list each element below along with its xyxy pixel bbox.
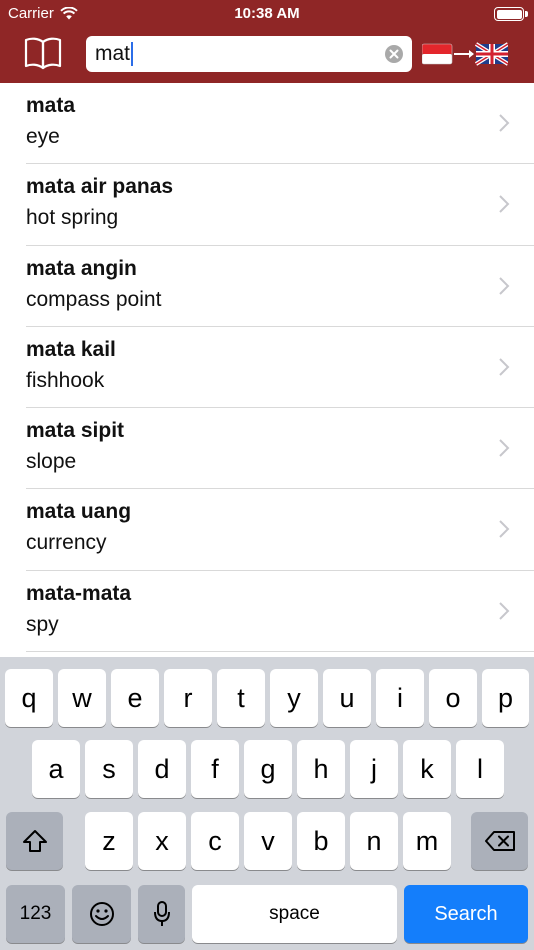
chevron-right-icon [499, 276, 510, 295]
shift-icon [22, 830, 47, 852]
list-item[interactable]: mata kail fishhook [26, 327, 534, 409]
entry-word: mata angin [26, 256, 137, 280]
entry-word: mata air panas [26, 175, 174, 199]
entry-translation: currency [26, 531, 107, 555]
key-t[interactable]: t [217, 669, 265, 727]
delete-key[interactable] [471, 812, 528, 870]
key-s[interactable]: s [85, 740, 133, 798]
battery-icon [494, 7, 528, 21]
indonesia-flag-icon [422, 43, 453, 65]
entry-word: mata-mata [26, 581, 132, 605]
entry-word: mata uang [26, 500, 132, 524]
key-g[interactable]: g [244, 740, 292, 798]
key-o[interactable]: o [429, 669, 477, 727]
key-f[interactable]: f [191, 740, 239, 798]
chevron-right-icon [499, 439, 510, 457]
entry-word: mata [26, 94, 76, 117]
entry-word: mata sipit [26, 419, 125, 443]
numbers-key[interactable]: 123 [6, 885, 65, 943]
chevron-right-icon [499, 195, 510, 214]
key-k[interactable]: k [403, 740, 451, 798]
key-a[interactable]: a [32, 740, 80, 798]
search-input-value: mat [95, 42, 131, 65]
key-w[interactable]: w [58, 669, 106, 727]
text-caret [131, 42, 134, 67]
key-q[interactable]: q [5, 669, 53, 727]
chevron-right-icon [499, 114, 510, 132]
key-n[interactable]: n [350, 812, 398, 870]
chevron-right-icon [499, 602, 510, 620]
search-input[interactable]: mat [95, 36, 134, 72]
key-v[interactable]: v [244, 812, 292, 870]
chevron-right-icon [499, 520, 510, 539]
status-bar: Carrier 10:38 AM [0, 0, 534, 28]
list-item[interactable]: mata uang currency [26, 489, 534, 571]
key-e[interactable]: e [111, 669, 159, 727]
battery-fill [496, 9, 522, 19]
list-item[interactable]: mata eye [26, 83, 534, 165]
chevron-right-icon [499, 358, 510, 376]
key-z[interactable]: z [85, 812, 133, 870]
shift-key[interactable] [6, 812, 63, 870]
key-j[interactable]: j [350, 740, 398, 798]
status-time: 10:38 AM [234, 5, 300, 22]
key-h[interactable]: h [297, 740, 345, 798]
key-d[interactable]: d [138, 740, 186, 798]
list-item[interactable]: mata air panas hot spring [26, 164, 534, 246]
keyboard: q w e r t y u i o p a s d f g h j k l z … [0, 657, 534, 950]
search-key[interactable]: Search [404, 885, 528, 943]
entry-translation: hot spring [26, 206, 119, 230]
space-key[interactable]: space [192, 885, 397, 943]
uk-flag-icon [474, 42, 508, 66]
key-m[interactable]: m [403, 812, 451, 870]
key-r[interactable]: r [164, 669, 212, 727]
key-i[interactable]: i [376, 669, 424, 727]
book-icon[interactable] [24, 36, 62, 70]
key-l[interactable]: l [456, 740, 504, 798]
entry-translation: slope [26, 450, 77, 474]
results-list: mata eye mata air panas hot spring mata … [0, 83, 534, 653]
nav-bar: mat [0, 28, 534, 83]
dictation-key[interactable] [138, 885, 185, 943]
arrow-right-icon [454, 50, 474, 58]
list-item[interactable]: mata sipit slope [26, 408, 534, 490]
key-x[interactable]: x [138, 812, 186, 870]
entry-translation: fishhook [26, 368, 105, 392]
key-c[interactable]: c [191, 812, 239, 870]
key-p[interactable]: p [482, 669, 529, 727]
key-y[interactable]: y [270, 669, 318, 727]
entry-translation: spy [26, 612, 59, 636]
list-item[interactable]: mata-mata spy [26, 571, 534, 653]
key-u[interactable]: u [323, 669, 371, 727]
entry-translation: eye [26, 125, 60, 148]
emoji-key[interactable] [72, 885, 131, 943]
microphone-icon [153, 901, 170, 926]
app-header: Carrier 10:38 AM mat [0, 0, 534, 83]
search-box[interactable]: mat [86, 36, 412, 72]
key-b[interactable]: b [297, 812, 345, 870]
entry-word: mata kail [26, 337, 116, 361]
emoji-icon [89, 902, 114, 926]
language-direction-toggle[interactable] [422, 40, 508, 68]
clear-icon[interactable] [385, 45, 403, 63]
entry-translation: compass point [26, 287, 162, 311]
list-item[interactable]: mata angin compass point [26, 246, 534, 327]
backspace-icon [484, 831, 515, 851]
